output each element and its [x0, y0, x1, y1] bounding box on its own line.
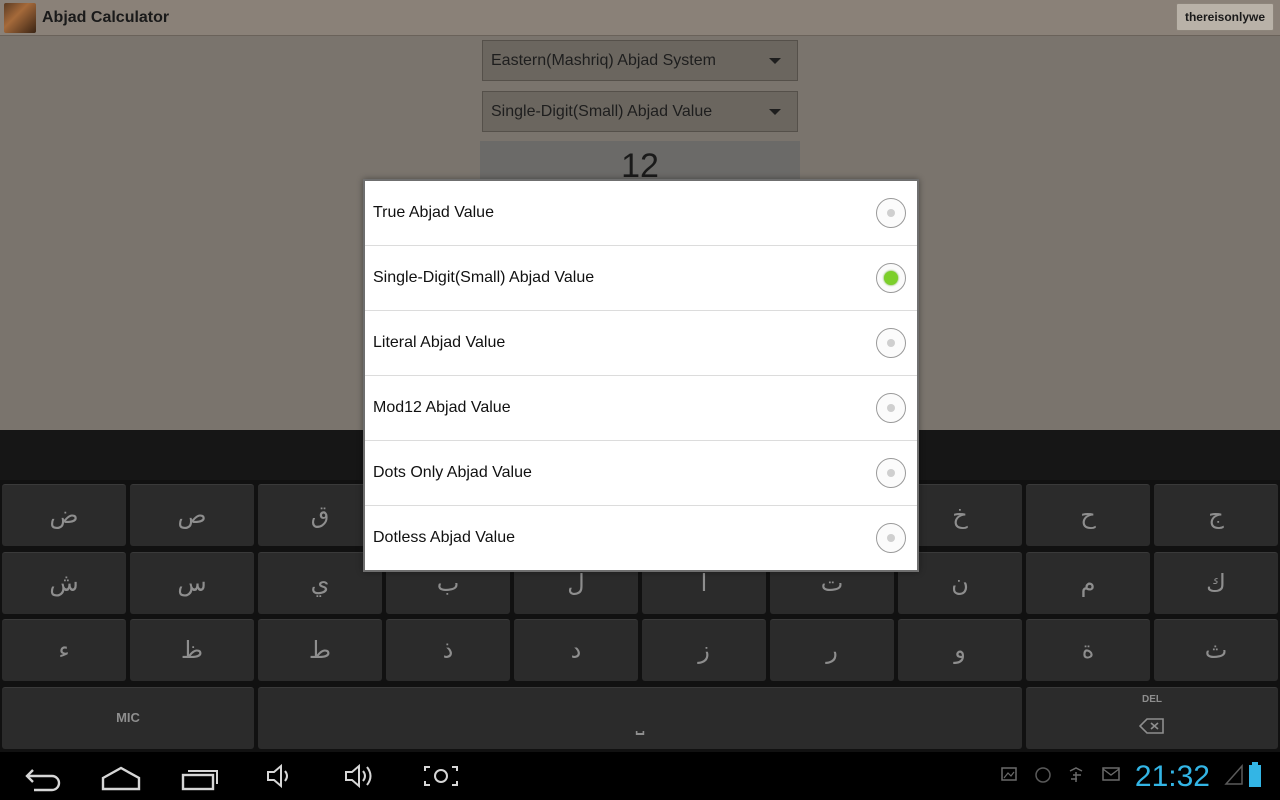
space-key[interactable]: ⎵	[258, 687, 1022, 749]
radio-dot	[887, 339, 895, 347]
option-label: Single-Digit(Small) Abjad Value	[373, 269, 595, 286]
delete-key[interactable]: DEL	[1026, 687, 1278, 749]
keyboard-key[interactable]: ط	[258, 619, 382, 681]
abjad-value-type-dropdown[interactable]: Single-Digit(Small) Abjad Value	[482, 91, 798, 132]
radio-dot	[887, 534, 895, 542]
keyboard-key[interactable]: ص	[130, 484, 254, 546]
option-label: Dots Only Abjad Value	[373, 464, 532, 481]
back-icon[interactable]	[20, 758, 62, 794]
keyboard-key[interactable]: ج	[1154, 484, 1278, 546]
radio-unchecked-icon[interactable]	[876, 523, 906, 553]
home-icon[interactable]	[100, 758, 142, 794]
keyboard-key[interactable]: ش	[2, 552, 126, 614]
radio-unchecked-icon[interactable]	[876, 393, 906, 423]
keyboard-key[interactable]: ز	[642, 619, 766, 681]
option-item[interactable]: True Abjad Value	[365, 181, 917, 246]
screenshot-icon[interactable]	[422, 758, 460, 794]
keyboard-key[interactable]: ر	[770, 619, 894, 681]
keyboard-key[interactable]: ظ	[130, 619, 254, 681]
app-notification-icon	[1069, 767, 1083, 782]
option-label: Mod12 Abjad Value	[373, 399, 511, 416]
abjad-value-type-dialog: True Abjad Value Single-Digit(Small) Abja…	[363, 179, 919, 572]
option-item[interactable]: Literal Abjad Value	[365, 311, 917, 376]
option-item[interactable]: Single-Digit(Small) Abjad Value	[365, 246, 917, 311]
keyboard-key[interactable]: م	[1026, 552, 1150, 614]
radio-unchecked-icon[interactable]	[876, 458, 906, 488]
mic-key[interactable]: MIC	[2, 687, 254, 749]
status-clock: 21:32	[1134, 760, 1210, 793]
option-item[interactable]: Dots Only Abjad Value	[365, 441, 917, 506]
email-notification-icon	[1102, 767, 1120, 781]
abjad-value-type-value: Single-Digit(Small) Abjad Value	[491, 103, 713, 120]
system-navigation-bar: 21:32	[0, 752, 1280, 800]
keyboard-key[interactable]: ك	[1154, 552, 1278, 614]
signal-icon	[1224, 764, 1243, 785]
keyboard-key[interactable]: ذ	[386, 619, 510, 681]
volume-down-icon[interactable]	[264, 758, 296, 794]
radio-checked-icon[interactable]	[876, 263, 906, 293]
keyboard-key[interactable]: ء	[2, 619, 126, 681]
option-label: True Abjad Value	[373, 204, 494, 221]
backspace-icon	[1139, 718, 1164, 734]
app-logo-icon	[4, 3, 36, 33]
option-label: Literal Abjad Value	[373, 334, 506, 351]
abjad-system-value: Eastern(Mashriq) Abjad System	[491, 52, 716, 69]
radio-unchecked-icon[interactable]	[876, 198, 906, 228]
radio-dot	[887, 404, 895, 412]
keyboard-key[interactable]: د	[514, 619, 638, 681]
keyboard-key[interactable]: ض	[2, 484, 126, 546]
keyboard-key[interactable]: و	[898, 619, 1022, 681]
radio-dot	[884, 271, 898, 285]
volume-up-icon[interactable]	[342, 758, 378, 794]
gallery-notification-icon	[1001, 767, 1017, 781]
radio-dot	[887, 469, 895, 477]
dropdown-arrow-icon	[769, 109, 781, 115]
space-bar-icon: ⎵	[635, 711, 645, 736]
option-item[interactable]: Mod12 Abjad Value	[365, 376, 917, 441]
option-item[interactable]: Dotless Abjad Value	[365, 506, 917, 571]
battery-icon	[1249, 762, 1261, 787]
option-label: Dotless Abjad Value	[373, 529, 516, 546]
account-button[interactable]: thereisonlywe	[1175, 3, 1274, 31]
radio-unchecked-icon[interactable]	[876, 328, 906, 358]
keyboard-key[interactable]: ح	[1026, 484, 1150, 546]
dropdown-arrow-icon	[769, 58, 781, 64]
action-bar: Abjad Calculator thereisonlywe	[0, 0, 1280, 36]
app-title: Abjad Calculator	[42, 9, 170, 26]
sync-notification-icon	[1035, 767, 1051, 783]
radio-dot	[887, 209, 895, 217]
abjad-system-dropdown[interactable]: Eastern(Mashriq) Abjad System	[482, 40, 798, 81]
recent-apps-icon[interactable]	[180, 758, 222, 794]
keyboard-key[interactable]: س	[130, 552, 254, 614]
